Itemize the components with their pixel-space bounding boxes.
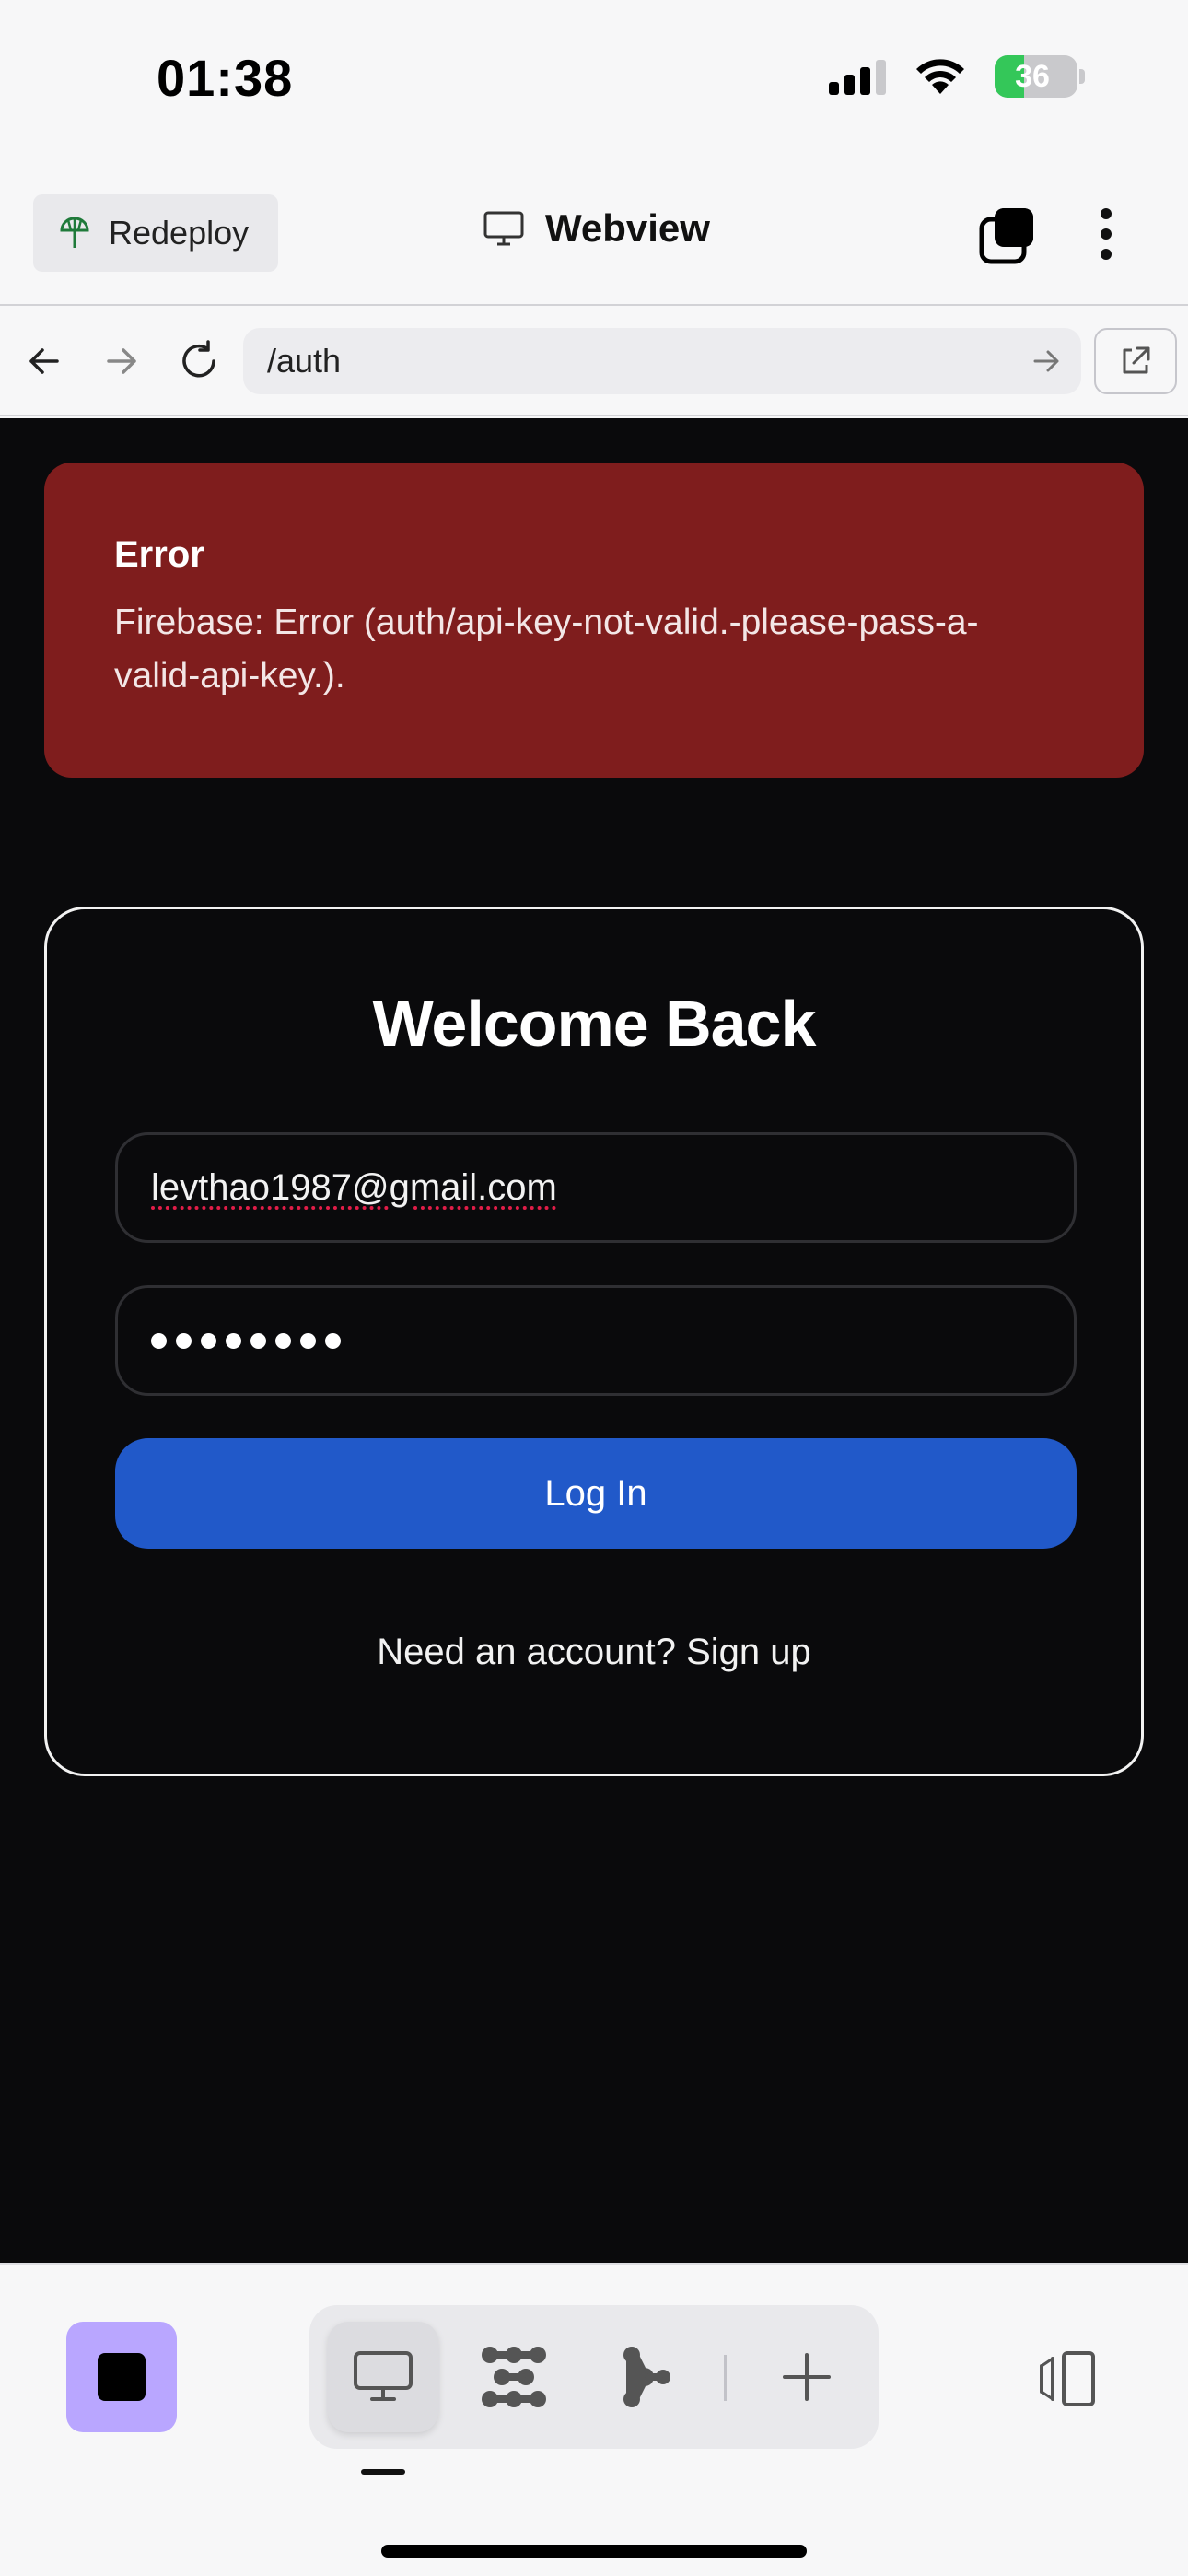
active-tab-indicator	[361, 2469, 405, 2475]
reload-button[interactable]	[173, 335, 225, 387]
bottom-toolbar	[0, 2263, 1188, 2576]
browser-bar: /auth	[0, 308, 1188, 416]
email-field[interactable]: levthao1987@gmail.com	[115, 1132, 1077, 1243]
password-dot	[325, 1332, 341, 1349]
panel-toggle-icon	[1040, 2351, 1095, 2406]
webview-icon	[354, 2351, 413, 2401]
battery-icon: 36	[995, 55, 1077, 98]
wifi-icon	[916, 59, 964, 94]
webview-content: Error Firebase: Error (auth/api-key-not-…	[0, 418, 1188, 2263]
password-dot	[176, 1332, 192, 1349]
back-button[interactable]	[18, 335, 70, 387]
login-button[interactable]: Log In	[115, 1438, 1077, 1549]
go-icon[interactable]	[1030, 345, 1063, 378]
monitor-icon	[483, 211, 524, 246]
workflows-tool-button[interactable]	[459, 2322, 569, 2432]
back-icon	[29, 348, 59, 374]
error-title: Error	[114, 534, 204, 575]
panel-toggle-button[interactable]	[1028, 2342, 1101, 2416]
header-title: Webview	[483, 206, 710, 251]
battery-level: 36	[1015, 59, 1050, 94]
email-value: levthao1987@gmail.com	[151, 1166, 557, 1208]
password-field[interactable]	[115, 1285, 1077, 1396]
password-dot	[151, 1332, 167, 1349]
tabs-button[interactable]	[976, 203, 1041, 267]
forward-button[interactable]	[96, 335, 147, 387]
signal-icon	[829, 58, 886, 95]
password-dot	[300, 1332, 316, 1349]
login-card: Welcome Back levthao1987@gmail.com Log I…	[44, 907, 1144, 1776]
password-dot	[201, 1332, 216, 1349]
password-dot	[226, 1332, 241, 1349]
webview-tool-button[interactable]	[328, 2322, 438, 2432]
app-header: Redeploy Webview	[0, 166, 1188, 306]
add-tool-button[interactable]	[751, 2322, 862, 2432]
more-options-button[interactable]	[1083, 203, 1129, 267]
password-mask	[151, 1332, 341, 1349]
open-external-button[interactable]	[1094, 328, 1177, 394]
redeploy-label: Redeploy	[109, 214, 250, 252]
external-link-icon	[1123, 346, 1150, 374]
workflows-icon	[482, 2347, 546, 2407]
password-dot	[275, 1332, 291, 1349]
stop-icon	[98, 2353, 146, 2401]
stop-button[interactable]	[66, 2322, 177, 2432]
password-dot	[250, 1332, 266, 1349]
status-bar: 01:38 36	[0, 0, 1188, 166]
login-title: Welcome Back	[372, 988, 817, 1060]
page-title: Webview	[545, 206, 710, 250]
tabs-icon	[979, 208, 1033, 264]
tool-divider	[724, 2355, 727, 2401]
redeploy-icon	[60, 217, 89, 248]
redeploy-button[interactable]: Redeploy	[33, 194, 278, 272]
error-alert: Error Firebase: Error (auth/api-key-not-…	[44, 463, 1144, 778]
more-icon	[1101, 208, 1112, 260]
forward-icon	[107, 348, 136, 374]
reload-icon	[182, 340, 215, 378]
add-icon	[783, 2353, 831, 2401]
status-time: 01:38	[157, 49, 294, 107]
agent-icon	[623, 2347, 670, 2407]
url-input[interactable]: /auth	[243, 328, 1081, 394]
tool-group	[309, 2305, 879, 2449]
home-indicator	[381, 2545, 807, 2558]
status-icons: 36	[829, 55, 1085, 98]
agent-tool-button[interactable]	[589, 2322, 700, 2432]
signup-link[interactable]: Need an account? Sign up	[47, 1632, 1141, 1673]
url-value: /auth	[267, 342, 342, 380]
error-message: Firebase: Error (auth/api-key-not-valid.…	[114, 603, 979, 696]
